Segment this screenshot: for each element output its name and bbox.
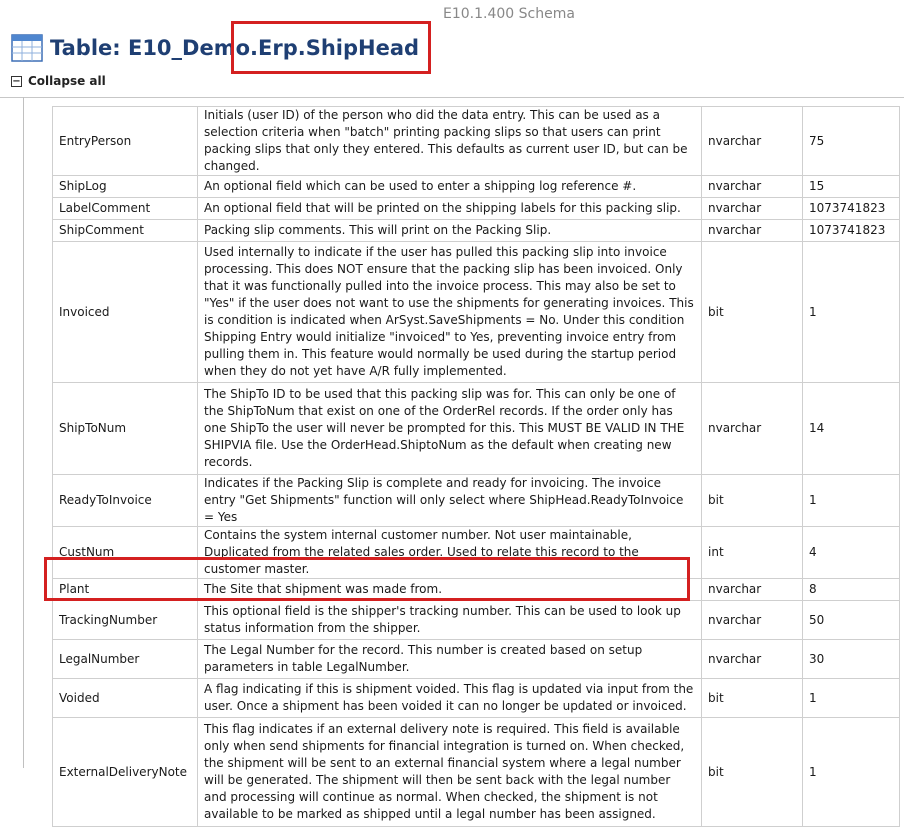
field-name: LegalNumber [52, 639, 198, 679]
title-highlight-box [231, 21, 431, 74]
field-description: Indicates if the Packing Slip is complet… [197, 474, 702, 527]
field-name: EntryPerson [52, 106, 198, 176]
field-type: nvarchar [701, 219, 803, 242]
field-length: 1 [802, 678, 900, 718]
field-name: ReadyToInvoice [52, 474, 198, 527]
field-type: bit [701, 717, 803, 827]
field-length: 30 [802, 639, 900, 679]
field-type: nvarchar [701, 639, 803, 679]
table-row: ShipLog An optional field which can be u… [52, 175, 900, 198]
field-description: A flag indicating if this is shipment vo… [197, 678, 702, 718]
schema-version-label: E10.1.400 Schema [443, 6, 575, 22]
table-row: LegalNumber The Legal Number for the rec… [52, 639, 900, 679]
table-row: Invoiced Used internally to indicate if … [52, 241, 900, 383]
field-length: 75 [802, 106, 900, 176]
field-description: An optional field that will be printed o… [197, 197, 702, 220]
field-description: An optional field which can be used to e… [197, 175, 702, 198]
field-name: ExternalDeliveryNote [52, 717, 198, 827]
table-row: TrackingNumber This optional field is th… [52, 600, 900, 640]
table-row: ReadyToInvoice Indicates if the Packing … [52, 474, 900, 527]
field-description: The Legal Number for the record. This nu… [197, 639, 702, 679]
field-name: ShipComment [52, 219, 198, 242]
tracking-number-highlight-box [44, 557, 690, 601]
field-type: nvarchar [701, 600, 803, 640]
field-name: ShipToNum [52, 382, 198, 475]
field-length: 50 [802, 600, 900, 640]
field-type: bit [701, 474, 803, 527]
field-type: nvarchar [701, 175, 803, 198]
field-length: 1 [802, 717, 900, 827]
field-name: TrackingNumber [52, 600, 198, 640]
table-row: ShipComment Packing slip comments. This … [52, 219, 900, 242]
collapse-icon[interactable]: − [11, 75, 22, 87]
field-name: Invoiced [52, 241, 198, 383]
table-row: EntryPerson Initials (user ID) of the pe… [52, 106, 900, 176]
field-description: Used internally to indicate if the user … [197, 241, 702, 383]
collapse-all-toggle[interactable]: − Collapse all [11, 73, 106, 89]
collapse-all-label[interactable]: Collapse all [28, 74, 106, 88]
field-length: 4 [802, 526, 900, 579]
table-row: Voided A flag indicating if this is ship… [52, 678, 900, 718]
tree-guide-line [23, 97, 24, 768]
field-length: 1073741823 [802, 197, 900, 220]
field-length: 8 [802, 578, 900, 601]
field-type: bit [701, 678, 803, 718]
field-name: ShipLog [52, 175, 198, 198]
field-length: 15 [802, 175, 900, 198]
field-description: The ShipTo ID to be used that this packi… [197, 382, 702, 475]
field-type: int [701, 526, 803, 579]
field-type: bit [701, 241, 803, 383]
field-type: nvarchar [701, 382, 803, 475]
columns-table: EntryPerson Initials (user ID) of the pe… [52, 106, 900, 827]
field-name: Voided [52, 678, 198, 718]
field-description: This flag indicates if an external deliv… [197, 717, 702, 827]
field-description: This optional field is the shipper's tra… [197, 600, 702, 640]
field-type: nvarchar [701, 106, 803, 176]
field-length: 14 [802, 382, 900, 475]
field-length: 1073741823 [802, 219, 900, 242]
table-row: ShipToNum The ShipTo ID to be used that … [52, 382, 900, 475]
field-type: nvarchar [701, 578, 803, 601]
field-name: LabelComment [52, 197, 198, 220]
field-type: nvarchar [701, 197, 803, 220]
field-description: Packing slip comments. This will print o… [197, 219, 702, 242]
table-row: LabelComment An optional field that will… [52, 197, 900, 220]
field-length: 1 [802, 241, 900, 383]
table-icon [11, 34, 43, 62]
table-row: ExternalDeliveryNote This flag indicates… [52, 717, 900, 827]
field-length: 1 [802, 474, 900, 527]
field-description: Initials (user ID) of the person who did… [197, 106, 702, 176]
